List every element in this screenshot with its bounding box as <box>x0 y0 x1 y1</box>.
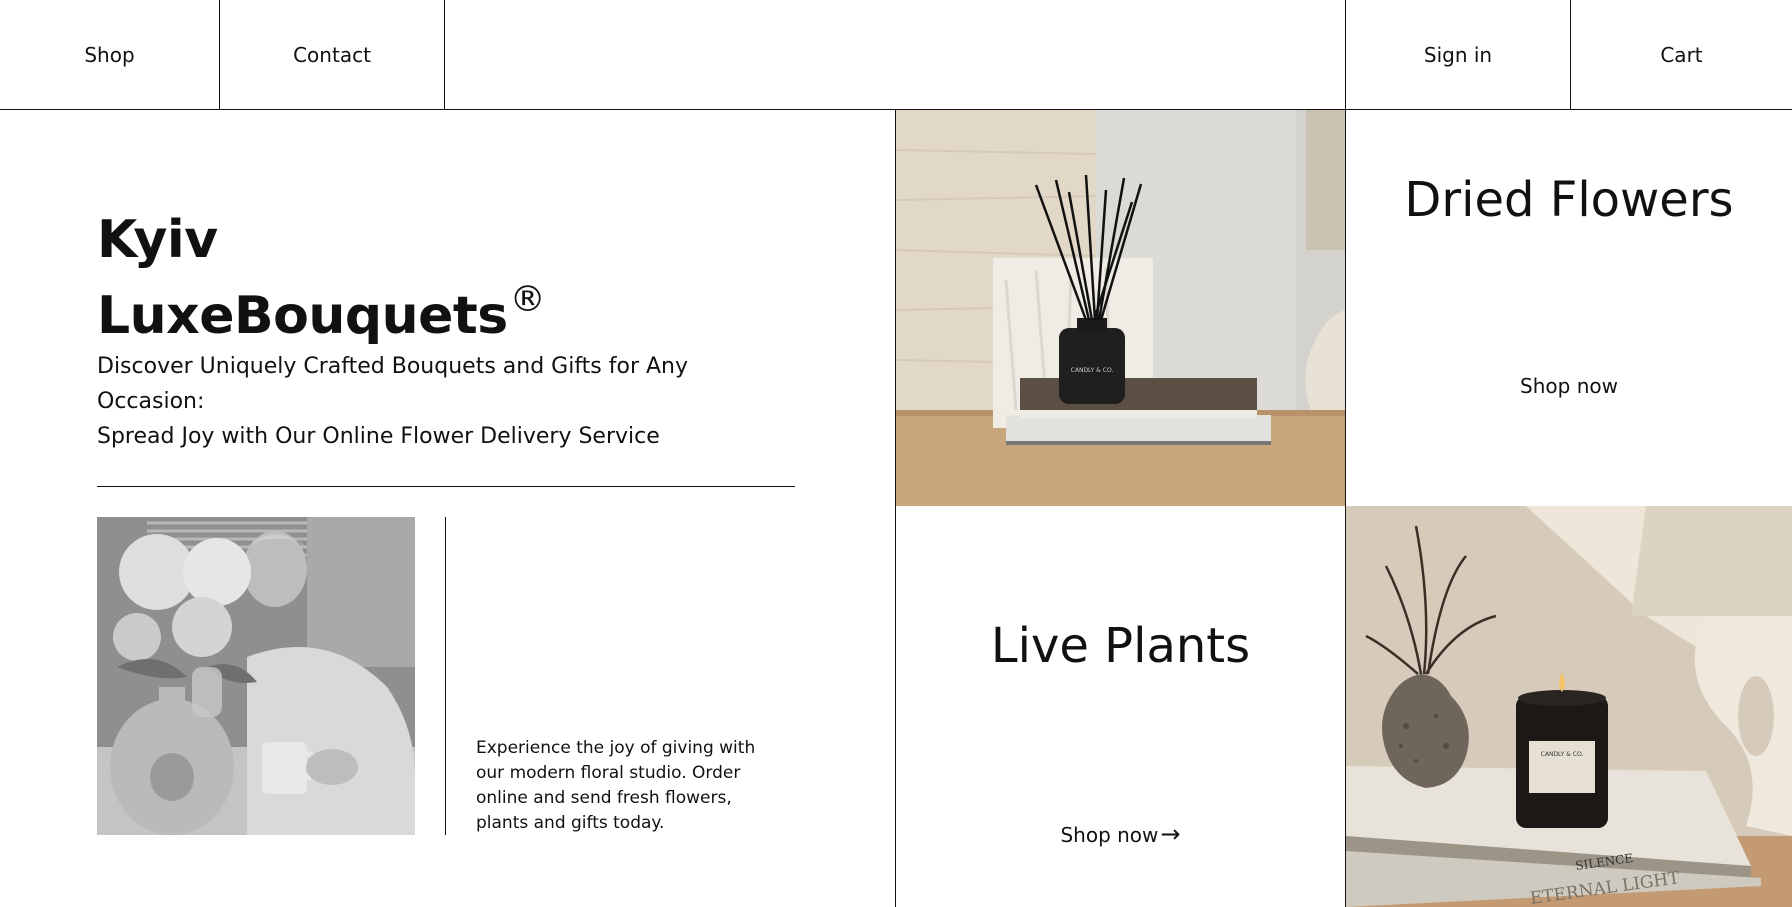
hero-divider <box>97 486 795 487</box>
hero-subtitle-line2: Spread Joy with Our Online Flower Delive… <box>97 424 660 449</box>
nav-sign-in-link[interactable]: Sign in <box>1345 0 1571 109</box>
diffuser-label: CANDLY & CO. <box>1071 367 1114 374</box>
hero-title: Kyiv LuxeBouquets® <box>97 210 546 346</box>
live-plants-tile: Live Plants Shop now→ <box>896 506 1345 907</box>
candle-photo: SILENCE ETERNAL LIGHT CANDLY & CO. <box>1346 506 1792 907</box>
arrow-right-icon: → <box>1160 820 1181 848</box>
live-plants-shop-now-label: Shop now <box>1060 823 1159 847</box>
diffuser-photo: CANDLY & CO. <box>896 110 1345 506</box>
nav-shop-link[interactable]: Shop <box>0 0 220 109</box>
nav-contact-link[interactable]: Contact <box>220 0 445 109</box>
hero-title-line1: Kyiv <box>97 210 218 270</box>
live-plants-title: Live Plants <box>990 618 1251 674</box>
hero-subtitle-line1: Discover Uniquely Crafted Bouquets and G… <box>97 354 689 414</box>
dried-flowers-shop-now-link[interactable]: Shop now <box>1346 374 1792 398</box>
hero-subtitle: Discover Uniquely Crafted Bouquets and G… <box>97 349 757 454</box>
hero-description: Experience the joy of giving with our mo… <box>476 738 756 833</box>
hero-title-line2: LuxeBouquets <box>97 286 508 346</box>
top-navigation: Shop Contact Sign in Cart <box>0 0 1792 110</box>
dried-flowers-title: Dried Flowers <box>1404 172 1734 228</box>
portrait-photo <box>97 517 415 835</box>
dried-flowers-tile: Dried Flowers Shop now <box>1346 110 1792 506</box>
live-plants-shop-now-link[interactable]: Shop now→ <box>896 820 1345 848</box>
portrait-divider <box>445 517 446 835</box>
candle-label: CANDLY & CO. <box>1541 751 1584 758</box>
nav-cart-link[interactable]: Cart <box>1571 0 1792 109</box>
registered-mark: ® <box>509 279 546 320</box>
